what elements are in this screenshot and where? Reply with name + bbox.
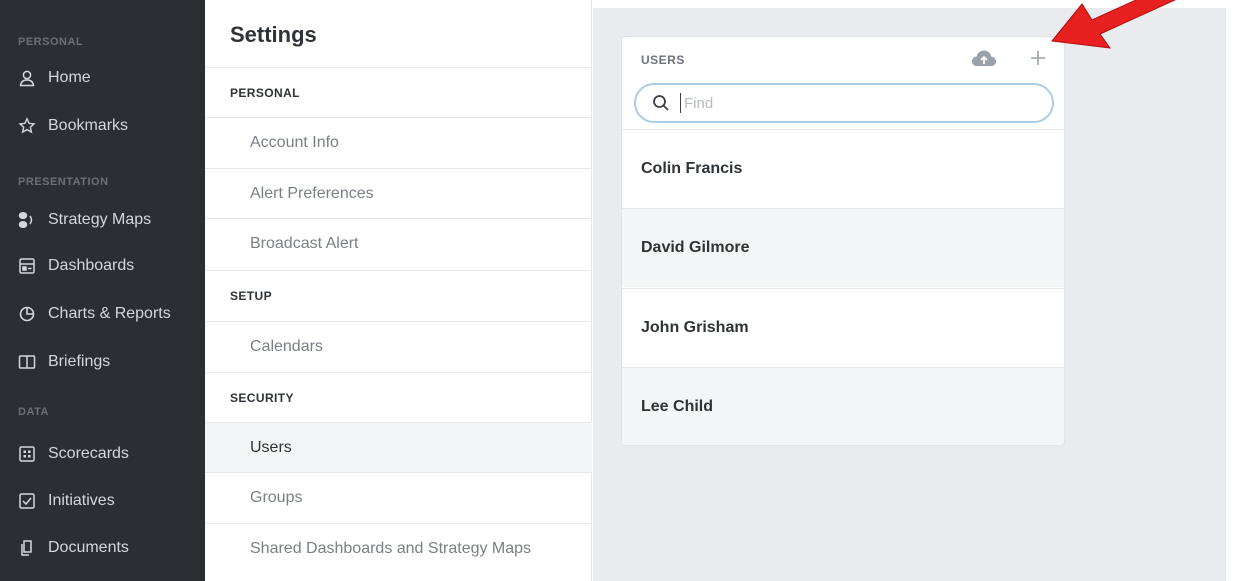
sidebar-item-briefings[interactable]: Briefings — [0, 347, 205, 377]
star-icon — [18, 117, 36, 135]
users-card-header: USERS — [622, 37, 1064, 79]
sidebar-item-label: Briefings — [48, 353, 111, 370]
sidebar-item-label: Charts & Reports — [48, 305, 171, 322]
sidebar-item-charts-reports[interactable]: Charts & Reports — [0, 299, 205, 329]
strategy-map-icon — [18, 211, 36, 229]
annotation-arrow — [1051, 0, 1177, 49]
sidebar-section-data: DATA — [18, 406, 49, 418]
users-card: USERS Colin Francis David Gi — [621, 36, 1065, 446]
sidebar-item-label: Strategy Maps — [48, 211, 152, 228]
pie-chart-icon — [18, 305, 36, 323]
checkbox-icon — [18, 492, 36, 510]
users-card-title: USERS — [641, 53, 685, 67]
settings-panel: Settings PERSONAL Account Info Alert Pre… — [205, 0, 592, 581]
cloud-upload-icon — [972, 50, 996, 66]
settings-item-shared-dashboards[interactable]: Shared Dashboards and Strategy Maps — [205, 523, 592, 573]
sidebar-item-initiatives[interactable]: Initiatives — [0, 486, 205, 516]
scorecard-icon — [18, 445, 36, 463]
sidebar-item-label: Scorecards — [48, 445, 129, 462]
main-sidebar: PERSONAL Home Bookmarks PRESENTATION Str… — [0, 0, 205, 581]
sidebar-item-strategy-maps[interactable]: Strategy Maps — [0, 205, 205, 235]
sidebar-item-scorecards[interactable]: Scorecards — [0, 439, 205, 469]
settings-item-users[interactable]: Users — [205, 422, 592, 472]
sidebar-item-label: Dashboards — [48, 257, 135, 274]
sidebar-item-dashboards[interactable]: Dashboards — [0, 251, 205, 281]
plus-icon — [1031, 51, 1045, 65]
sidebar-item-label: Documents — [48, 539, 129, 556]
user-row-lee-child[interactable]: Lee Child — [622, 367, 1064, 445]
settings-item-calendars[interactable]: Calendars — [205, 321, 592, 371]
settings-item-alert-preferences[interactable]: Alert Preferences — [205, 168, 592, 218]
content-area: USERS Colin Francis David Gi — [593, 8, 1226, 581]
book-icon — [18, 353, 36, 371]
search-input[interactable] — [680, 93, 1040, 113]
sidebar-item-documents[interactable]: Documents — [0, 533, 205, 563]
sidebar-item-label: Initiatives — [48, 492, 115, 509]
settings-section-personal: PERSONAL — [205, 67, 592, 117]
settings-item-broadcast-alert[interactable]: Broadcast Alert — [205, 218, 592, 268]
sidebar-item-bookmarks[interactable]: Bookmarks — [0, 111, 205, 141]
user-row-colin-francis[interactable]: Colin Francis — [622, 129, 1064, 208]
search-box — [634, 83, 1054, 123]
person-icon — [18, 69, 36, 87]
settings-section-setup: SETUP — [205, 270, 592, 320]
add-user-button[interactable] — [1026, 46, 1050, 70]
cloud-upload-button[interactable] — [971, 47, 997, 69]
dashboard-icon — [18, 257, 36, 275]
search-icon — [653, 95, 669, 111]
settings-item-groups[interactable]: Groups — [205, 472, 592, 522]
sidebar-item-label: Home — [48, 69, 91, 86]
user-row-david-gilmore[interactable]: David Gilmore — [622, 208, 1064, 287]
sidebar-section-presentation: PRESENTATION — [18, 176, 109, 188]
page-title: Settings — [230, 22, 317, 47]
settings-item-account-info[interactable]: Account Info — [205, 117, 592, 167]
sidebar-item-label: Bookmarks — [48, 117, 129, 134]
user-row-john-grisham[interactable]: John Grisham — [622, 288, 1064, 367]
document-icon — [18, 539, 36, 557]
settings-section-security: SECURITY — [205, 372, 592, 422]
sidebar-item-home[interactable]: Home — [0, 63, 205, 93]
sidebar-section-personal: PERSONAL — [18, 36, 84, 48]
